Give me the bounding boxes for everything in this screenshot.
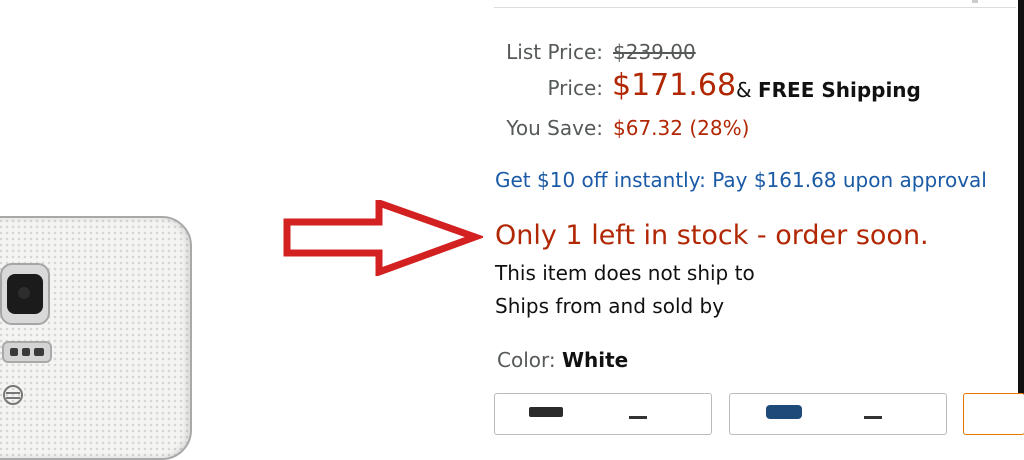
color-label: Color: [497, 348, 556, 372]
you-save-value: $67.32 (28%) [613, 116, 750, 140]
color-selected-value: White [561, 348, 629, 372]
swatch-mark [864, 416, 882, 419]
flash-sensor-icon [2, 341, 52, 363]
list-price-label: List Price: [506, 40, 603, 64]
swatch-thumbnail-icon [766, 405, 802, 419]
list-price-value: $239.00 [613, 40, 696, 64]
stock-message: Only 1 left in stock - order soon. [495, 220, 929, 251]
camera-frame [0, 263, 50, 325]
camera-lens-icon [7, 274, 43, 314]
price-value: $171.68 [612, 68, 737, 103]
window-edge [1018, 0, 1024, 416]
ship-to-notice: This item does not ship to [495, 261, 755, 285]
free-shipping-text: FREE Shipping [757, 78, 921, 102]
product-image[interactable] [0, 216, 192, 460]
color-selector-label: Color: White [497, 348, 628, 372]
color-swatch-3[interactable] [963, 393, 1024, 435]
top-divider [494, 7, 1016, 8]
ships-from-notice: Ships from and sold by [495, 294, 725, 318]
top-edge-fragment [972, 0, 978, 3]
color-swatch-1[interactable] [494, 393, 712, 435]
you-save-label: You Save: [506, 116, 603, 140]
free-shipping-note: & FREE Shipping [736, 78, 921, 102]
annotation-arrow-icon [283, 200, 483, 276]
swatch-mark [629, 416, 647, 419]
price-label: Price: [547, 76, 603, 100]
credit-promo-link[interactable]: Get $10 off instantly: Pay $161.68 upon … [495, 168, 987, 192]
shipping-connector: & [736, 78, 752, 102]
carrier-logo-icon [2, 384, 24, 406]
color-swatch-2[interactable] [729, 393, 947, 435]
